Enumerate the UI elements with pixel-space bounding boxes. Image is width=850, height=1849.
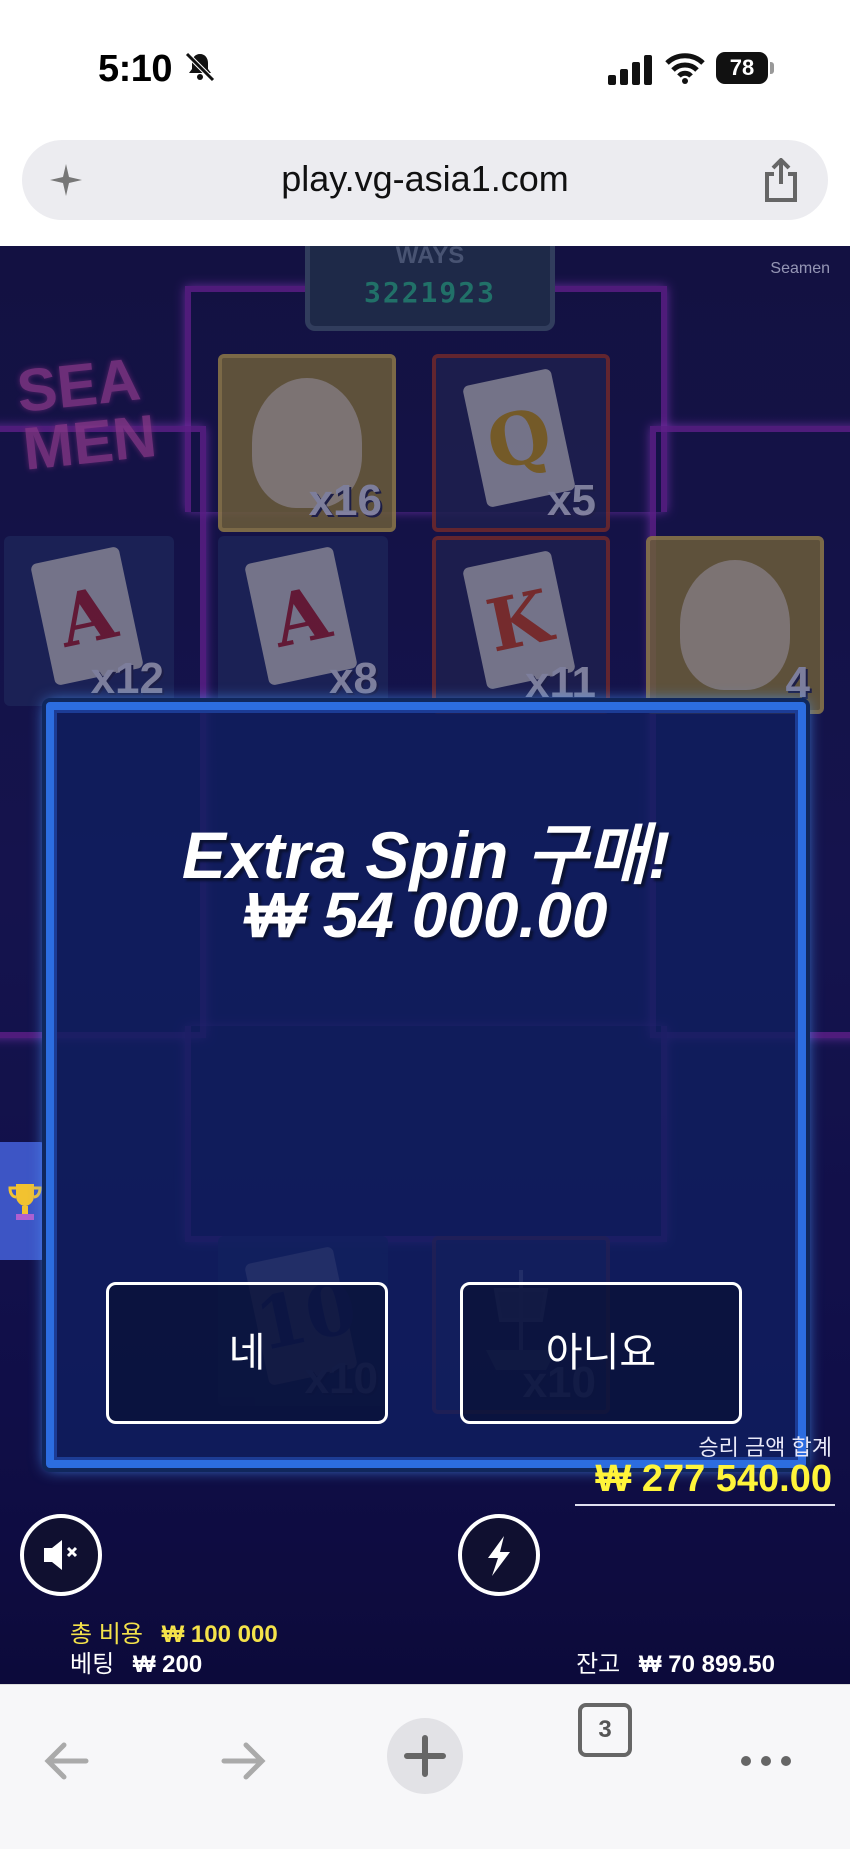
speaker-muted-icon	[44, 1540, 78, 1570]
win-divider	[575, 1504, 835, 1506]
bet-info[interactable]: 베팅 ₩ 200	[70, 1644, 202, 1679]
battery-tip	[770, 62, 774, 74]
battery-level: 78	[729, 55, 755, 80]
wifi-icon	[665, 53, 705, 84]
back-icon[interactable]	[36, 1731, 96, 1791]
forward-icon[interactable]	[214, 1731, 274, 1791]
browser-toolbar	[0, 1684, 850, 1849]
new-tab-button[interactable]	[387, 1718, 463, 1794]
address-bar[interactable]: play.vg-asia1.com	[22, 140, 828, 220]
share-icon[interactable]	[762, 158, 800, 202]
game-canvas[interactable]: WAYS 3221923 Seamen SEA MEN x16 Q x5 A x…	[0, 246, 850, 1684]
trophy-icon	[8, 1184, 42, 1220]
sound-toggle-button[interactable]	[20, 1514, 102, 1596]
status-bar: 5:10 78	[0, 0, 850, 135]
yes-button[interactable]: 네	[106, 1282, 388, 1424]
bet-value: ₩ 200	[132, 1651, 203, 1678]
total-win-amount: ₩ 277 540.00	[595, 1458, 832, 1500]
extra-spin-dialog: Extra Spin 구매! ₩ 54 000.00 네 아니요	[46, 702, 806, 1468]
no-button[interactable]: 아니요	[460, 1282, 742, 1424]
lightning-icon	[488, 1536, 510, 1576]
url-text[interactable]: play.vg-asia1.com	[22, 158, 828, 200]
turbo-button[interactable]	[458, 1514, 540, 1596]
cellular-signal-icon	[608, 55, 652, 85]
balance-info: 잔고 ₩ 70 899.50	[576, 1644, 775, 1679]
bell-muted-icon	[185, 52, 215, 82]
plus-icon	[404, 1735, 446, 1777]
balance-value: ₩ 70 899.50	[638, 1651, 775, 1678]
status-time: 5:10	[98, 48, 173, 90]
battery-indicator: 78	[716, 52, 776, 84]
bet-label: 베팅	[70, 1651, 115, 1678]
dialog-amount: ₩ 54 000.00	[244, 879, 608, 951]
tabs-button[interactable]: 3	[578, 1703, 632, 1757]
more-icon[interactable]	[736, 1731, 796, 1791]
trophy-tab[interactable]	[0, 1142, 50, 1260]
balance-label: 잔고	[576, 1651, 621, 1678]
